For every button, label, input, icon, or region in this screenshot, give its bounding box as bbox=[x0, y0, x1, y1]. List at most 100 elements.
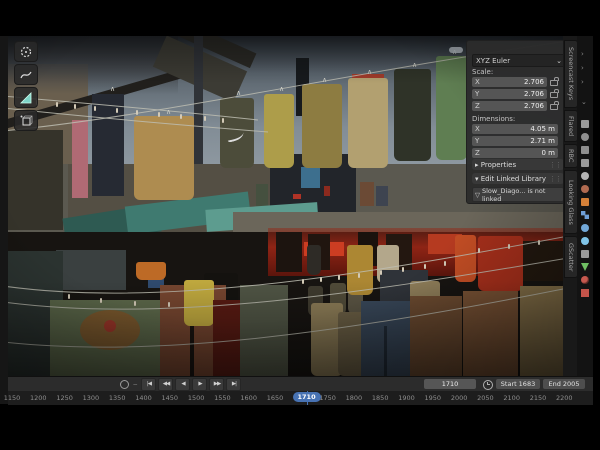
hanger-hook-icon: ∧ bbox=[236, 89, 242, 97]
particles-icon[interactable] bbox=[581, 224, 589, 232]
jump-to-start-button[interactable]: |◀ bbox=[141, 377, 157, 391]
render-icon[interactable] bbox=[581, 133, 589, 141]
z-value-field[interactable]: Z0 m bbox=[472, 148, 558, 158]
start-label: Start bbox=[500, 380, 517, 388]
object-icon[interactable] bbox=[581, 198, 589, 206]
axis-row: Y 2.71 m bbox=[472, 136, 558, 146]
texture-icon[interactable] bbox=[581, 289, 589, 297]
clothespin bbox=[380, 270, 382, 275]
rotation-mode-dropdown[interactable]: XYZ Euler ⌄ bbox=[472, 54, 566, 67]
olive-tank-dress bbox=[302, 84, 342, 168]
yellow-shirt bbox=[184, 280, 214, 326]
clothespin bbox=[74, 104, 76, 109]
add-cube-tool[interactable] bbox=[14, 110, 38, 131]
scale-rows: X 2.706 Y 2.706 Z 2.706 bbox=[472, 77, 559, 113]
annotate-tool[interactable] bbox=[14, 64, 38, 85]
output-icon[interactable] bbox=[581, 146, 589, 154]
letterbox-top bbox=[0, 0, 600, 36]
previous-frame-button[interactable]: ◀ bbox=[175, 377, 191, 391]
axis-row: Y 2.706 bbox=[472, 89, 559, 99]
play-button[interactable]: ▶ bbox=[192, 377, 208, 391]
clothespin bbox=[222, 118, 224, 123]
expand-chevron-icon[interactable]: › bbox=[581, 78, 584, 86]
z-value-field[interactable]: Z 2.706 bbox=[472, 101, 547, 111]
axis-row: Z 2.706 bbox=[472, 101, 559, 111]
start-frame-field[interactable]: Start 1683 bbox=[496, 379, 540, 389]
clothespin bbox=[100, 298, 102, 303]
y-value-field[interactable]: Y 2.71 m bbox=[472, 136, 558, 146]
tab-flared[interactable]: Flared bbox=[564, 110, 578, 142]
floral-dot bbox=[104, 320, 116, 332]
linked-library-status-row[interactable]: ▽ Slow_Diago... is not linked bbox=[472, 187, 564, 203]
jeans-seam bbox=[384, 326, 387, 376]
tab-looking-glass[interactable]: Looking Glass bbox=[564, 170, 578, 234]
chevron-down-icon: ⌄ bbox=[556, 56, 562, 65]
letterbox-bottom bbox=[0, 404, 600, 450]
alley-light-1 bbox=[293, 194, 301, 199]
viewport-toolbar bbox=[14, 41, 38, 133]
clothespin bbox=[136, 110, 138, 115]
constraints-icon[interactable] bbox=[581, 250, 589, 258]
left-edge-strip bbox=[0, 36, 8, 404]
timeline-ruler[interactable]: 1150 1200 1250 1300 1350 1400 1450 1500 1550 1600… bbox=[4, 391, 593, 405]
next-keyframe-button[interactable]: ▶▶ bbox=[209, 377, 225, 391]
red-silhouette-1 bbox=[276, 232, 302, 272]
frame-tick-label: 1400 bbox=[135, 394, 152, 402]
jump-to-end-button[interactable]: ▶| bbox=[226, 377, 242, 391]
tab-screencast-keys[interactable]: Screencast Keys bbox=[564, 40, 578, 108]
previous-keyframe-button[interactable]: ◀◀ bbox=[158, 377, 174, 391]
frame-tick-label: 1950 bbox=[424, 394, 442, 402]
unlock-icon[interactable] bbox=[550, 77, 559, 86]
plaid-flannel-2 bbox=[463, 291, 518, 376]
measure-tool[interactable] bbox=[14, 87, 38, 108]
properties-panel-header[interactable]: ▸ Properties ⋮⋮ bbox=[472, 159, 564, 170]
edit-linked-library-header[interactable]: ▾ Edit Linked Library ⋮⋮ bbox=[472, 173, 564, 184]
object-data-icon[interactable] bbox=[581, 263, 589, 271]
tab-gscatter[interactable]: GScatter bbox=[564, 236, 578, 278]
select-circle-tool[interactable] bbox=[14, 41, 38, 62]
end-value: 2005 bbox=[562, 380, 580, 388]
frame-tick-label: 1650 bbox=[266, 394, 284, 402]
material-icon[interactable] bbox=[581, 276, 589, 284]
end-frame-field[interactable]: End 2005 bbox=[543, 379, 585, 389]
frame-tick-label: 1750 bbox=[319, 394, 336, 402]
expand-chevron-icon[interactable]: › bbox=[581, 64, 584, 72]
frame-tick-label: 1450 bbox=[161, 394, 179, 402]
axis-row: Z0 m bbox=[472, 148, 558, 158]
physics-icon[interactable] bbox=[581, 237, 589, 245]
editor-type-icon[interactable]: ⌄ bbox=[581, 98, 587, 106]
tool-icon[interactable] bbox=[581, 120, 589, 128]
clothespin bbox=[180, 114, 182, 119]
viewport-pill bbox=[449, 47, 463, 53]
current-frame-field[interactable]: 1710 bbox=[424, 379, 476, 389]
dark-tank bbox=[307, 245, 321, 275]
clothespin bbox=[444, 261, 446, 266]
tan-skirt bbox=[348, 78, 388, 168]
clock-icon[interactable] bbox=[483, 380, 493, 390]
hanger-hook-icon: ∧ bbox=[110, 85, 116, 93]
frame-tick-label: 1250 bbox=[56, 394, 73, 402]
y-value-field[interactable]: Y 2.706 bbox=[472, 89, 547, 99]
pole bbox=[194, 36, 203, 171]
clothespin bbox=[424, 264, 426, 269]
timeline-header: ‒ |◀ ◀◀ ◀ ▶ ▶▶ ▶| 1710 Start 1683 End 2005 bbox=[8, 377, 593, 391]
frame-tick-label: 2050 bbox=[477, 394, 494, 402]
world-icon[interactable] bbox=[581, 185, 589, 193]
frame-tick-label: 1300 bbox=[82, 394, 100, 402]
clothespin bbox=[134, 301, 136, 306]
x-value-field[interactable]: X 4.05 m bbox=[472, 124, 558, 134]
frame-tick-label: 1200 bbox=[30, 394, 47, 402]
drag-dots-icon: ⋮⋮ bbox=[549, 160, 562, 169]
auto-keying-icon[interactable] bbox=[120, 379, 129, 389]
end-label: End bbox=[548, 380, 561, 388]
tab-rbc[interactable]: RBC bbox=[564, 144, 578, 168]
view-layer-icon[interactable] bbox=[581, 159, 589, 167]
expand-chevron-icon[interactable]: › bbox=[581, 50, 584, 58]
scene-icon[interactable] bbox=[581, 172, 589, 180]
x-value-field[interactable]: X 2.706 bbox=[472, 77, 547, 87]
modifiers-icon[interactable] bbox=[581, 211, 589, 219]
current-frame-badge[interactable]: 1710 bbox=[292, 392, 321, 402]
plaid-flannel bbox=[410, 296, 462, 376]
unlock-icon[interactable] bbox=[550, 89, 559, 98]
unlock-icon[interactable] bbox=[550, 101, 559, 110]
